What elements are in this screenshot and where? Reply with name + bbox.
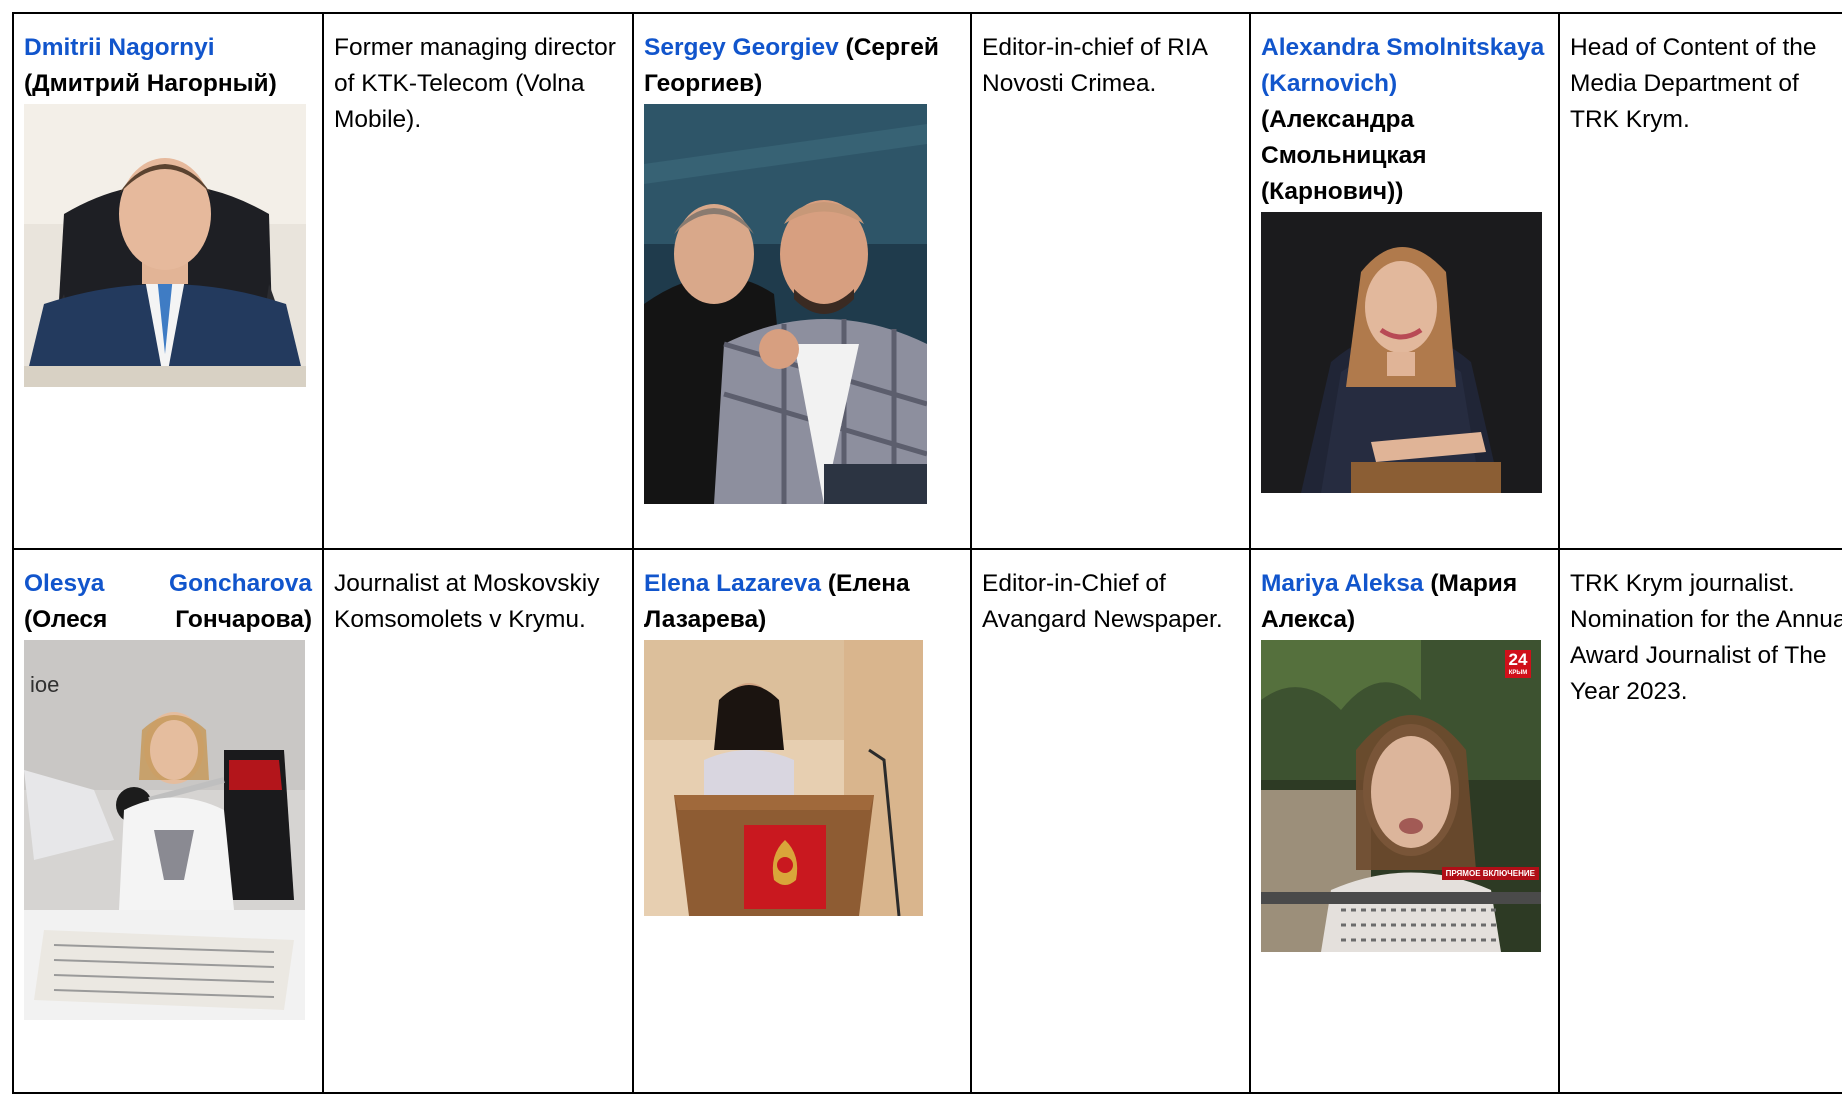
description-cell: Head of Content of the Media Department …	[1558, 12, 1842, 550]
channel-badge-number: 24	[1508, 650, 1528, 669]
person-description: Journalist at Moskovskiy Komsomolets v K…	[334, 570, 600, 633]
broadcast-lower-strip	[1261, 892, 1541, 904]
person-cell: Sergey Georgiev (Сергей Георгиев)	[632, 12, 972, 550]
channel-badge-region: КРЫМ	[1508, 670, 1528, 676]
profiles-table: Dmitrii Nagornyi (Дмитрий Нагорный) Form…	[12, 12, 1842, 1094]
person-photo: ioe	[24, 640, 305, 1020]
person-description: Former managing director of KTK-Telecom …	[334, 34, 616, 133]
person-name-link[interactable]: Elena Lazareva	[644, 570, 821, 597]
person-cell: Elena Lazareva (Елена Лазарева)	[632, 548, 972, 1094]
person-cell: Alexandra Smolnitskaya (Karnovich) (Алек…	[1249, 12, 1560, 550]
person-description: Editor-in-chief of RIA Novosti Crimea.	[982, 34, 1207, 97]
table-row: Dmitrii Nagornyi (Дмитрий Нагорный) Form…	[12, 12, 1842, 550]
person-photo	[644, 640, 923, 916]
person-cell: Mariya Aleksa (Мария Алекса) 24 КРЫМ ПРЯ…	[1249, 548, 1560, 1094]
person-name-russian-line: (Олеся Гончарова)	[24, 602, 312, 638]
person-name-link[interactable]: Dmitrii Nagornyi	[24, 34, 215, 61]
person-name-russian: (Александра Смольницкая (Карнович))	[1261, 106, 1427, 205]
description-cell: Editor-in-chief of RIA Novosti Crimea.	[970, 12, 1251, 550]
person-description: Head of Content of the Media Department …	[1570, 34, 1817, 133]
person-cell: Dmitrii Nagornyi (Дмитрий Нагорный)	[12, 12, 324, 550]
description-cell: Former managing director of KTK-Telecom …	[322, 12, 634, 550]
person-description: TRK Krym journalist. Nomination for the …	[1570, 570, 1842, 705]
person-photo	[1261, 212, 1542, 493]
person-name-link[interactable]: Sergey Georgiev	[644, 34, 839, 61]
live-broadcast-banner: ПРЯМОЕ ВКЛЮЧЕНИЕ	[1441, 867, 1539, 880]
studio-wall-text: ioe	[30, 672, 59, 697]
person-name-link[interactable]: Olesya Goncharova	[24, 570, 312, 597]
description-cell: Journalist at Moskovskiy Komsomolets v K…	[322, 548, 634, 1094]
person-photo	[644, 104, 927, 504]
person-name-russian: (Олеся Гончарова)	[24, 606, 312, 633]
channel-logo: 24 КРЫМ	[1505, 650, 1531, 678]
person-photo	[24, 104, 306, 387]
description-cell: TRK Krym journalist. Nomination for the …	[1558, 548, 1842, 1094]
profiles-document: Dmitrii Nagornyi (Дмитрий Нагорный) Form…	[12, 12, 1842, 1094]
person-name-link[interactable]: Alexandra Smolnitskaya (Karnovich)	[1261, 34, 1544, 97]
person-name-link[interactable]: Mariya Aleksa	[1261, 570, 1424, 597]
person-cell: Olesya Goncharova (Олеся Гончарова) ioe	[12, 548, 324, 1094]
person-name-link-line: Olesya Goncharova	[24, 566, 312, 602]
person-name-russian: (Дмитрий Нагорный)	[24, 70, 277, 97]
table-row: Olesya Goncharova (Олеся Гончарова) ioe …	[12, 548, 1842, 1094]
description-cell: Editor-in-Chief of Avangard Newspaper.	[970, 548, 1251, 1094]
person-photo: 24 КРЫМ ПРЯМОЕ ВКЛЮЧЕНИЕ	[1261, 640, 1541, 952]
person-description: Editor-in-Chief of Avangard Newspaper.	[982, 570, 1223, 633]
